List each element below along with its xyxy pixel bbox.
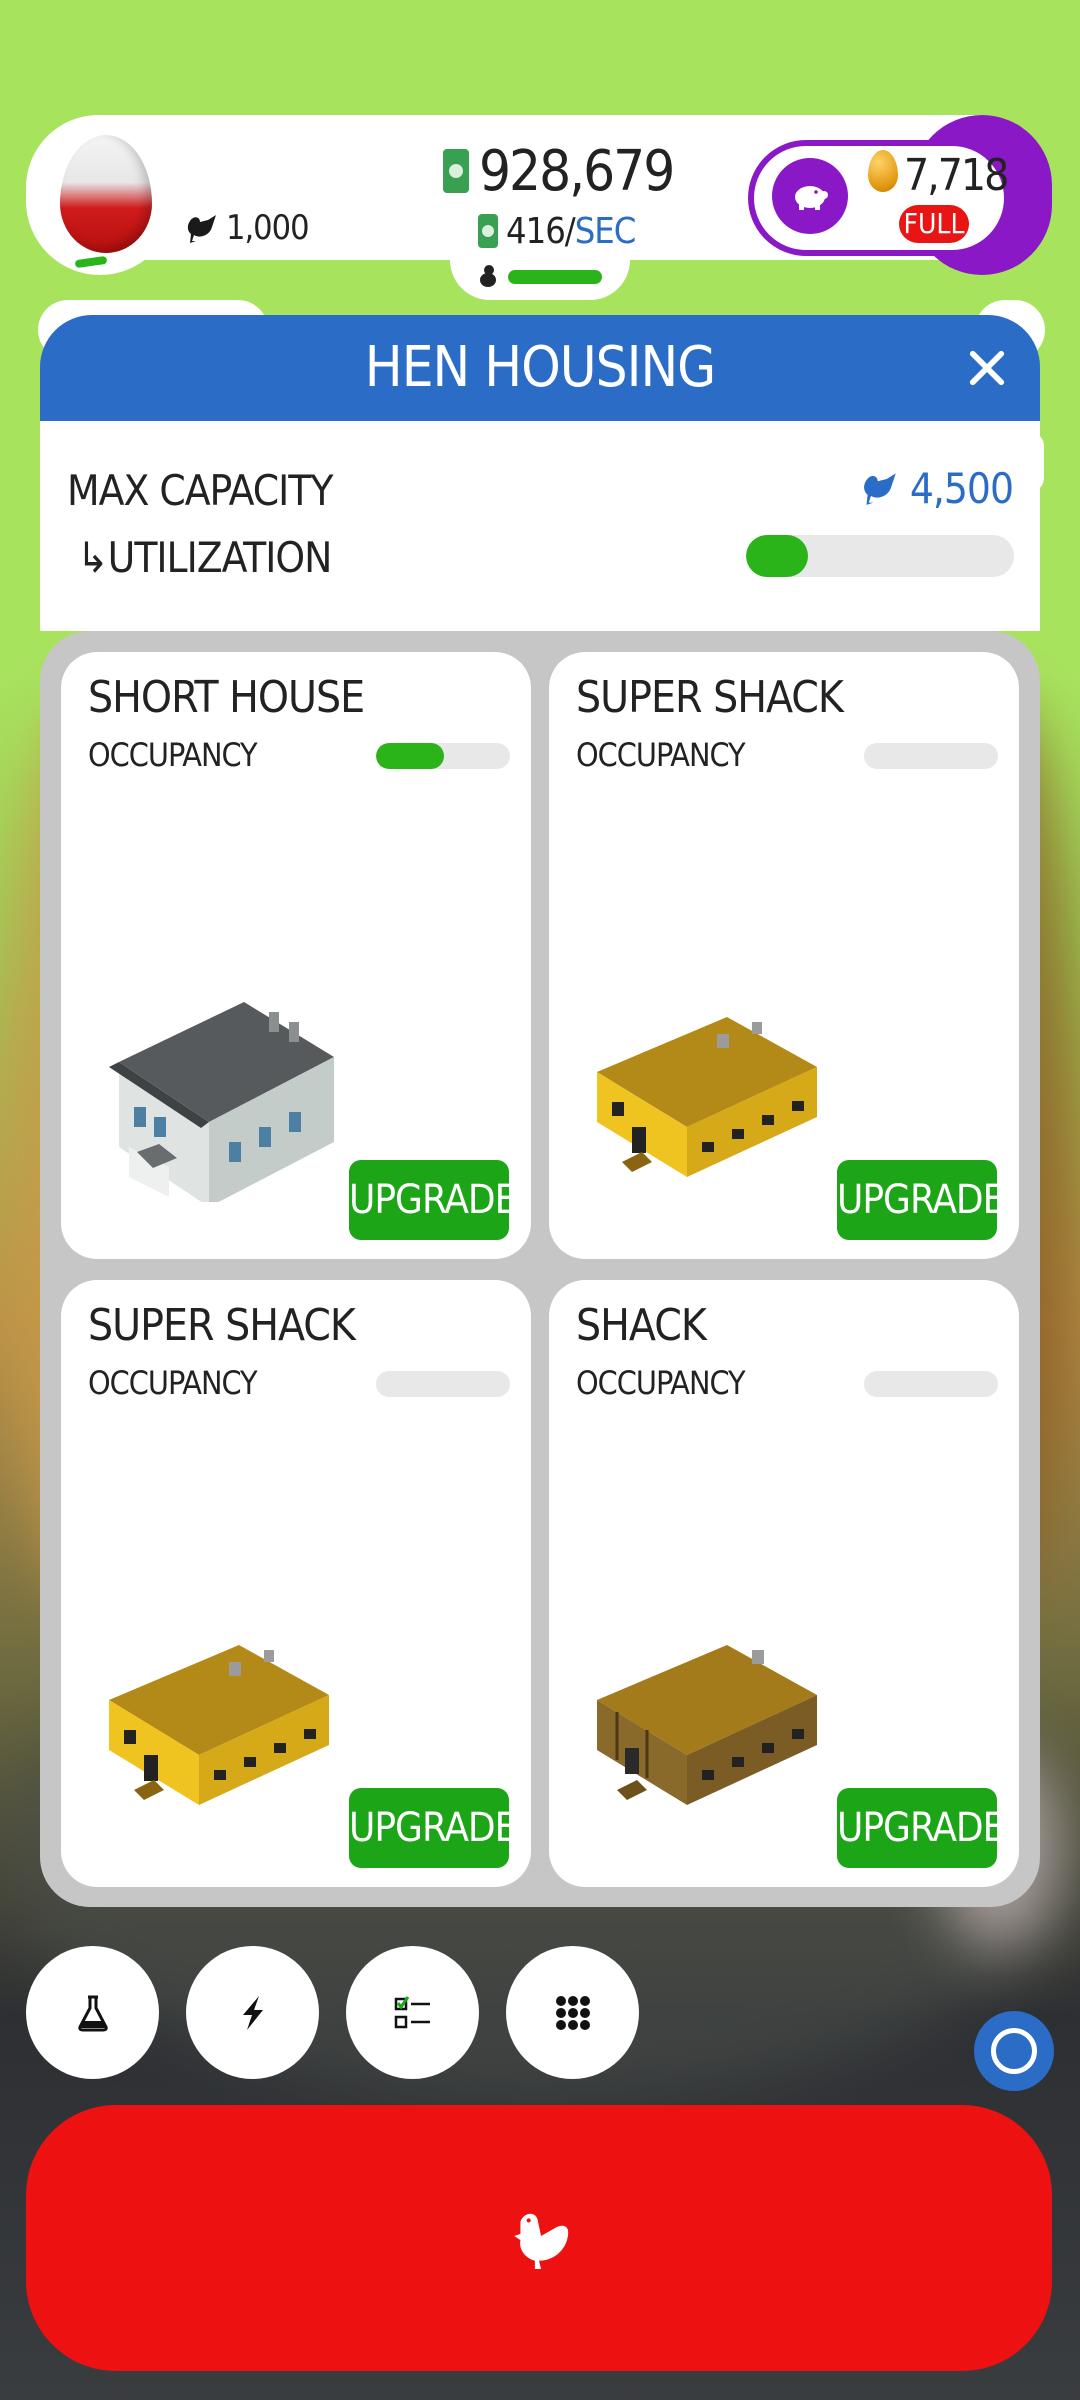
upgrade-button[interactable]: UPGRADE — [349, 1788, 517, 1868]
lightning-icon — [242, 1995, 263, 2030]
max-capacity-number: 4,500 — [909, 463, 1014, 513]
piggy-bank-icon[interactable] — [772, 158, 848, 234]
occupancy-label: OCCUPANCY — [576, 736, 746, 774]
hen-count-value: 1,000 — [226, 208, 310, 248]
chicken-icon — [514, 2213, 569, 2269]
chicken-icon — [187, 215, 216, 243]
occupancy-bar — [376, 743, 510, 769]
house-name: SHACK — [576, 1300, 707, 1351]
shack-image — [597, 1645, 817, 1805]
utilization-fill — [746, 535, 808, 577]
golden-egg-count: 7,718 — [904, 150, 1009, 201]
money-rate: 416/SEC — [478, 210, 637, 252]
house-card: SUPER SHACK OCCUPANCY UPGRADE — [61, 1280, 531, 1887]
missions-button[interactable] — [346, 1946, 479, 2079]
occupancy-bar — [864, 1371, 998, 1397]
money-value: 928,679 — [479, 138, 675, 204]
panel-header: HEN HOUSING — [40, 315, 1040, 421]
utilization-bar — [746, 535, 1014, 577]
house-card: SUPER SHACK OCCUPANCY UPGRADE — [549, 652, 1019, 1259]
upgrade-button[interactable]: UPGRADE — [837, 1788, 1005, 1868]
flask-icon — [77, 1995, 108, 2031]
checklist-icon — [394, 1995, 430, 2028]
max-capacity-label: MAX CAPACITY — [67, 466, 333, 515]
golden-egg-icon — [868, 150, 898, 192]
floating-action-button[interactable] — [974, 2011, 1054, 2091]
grid-menu-icon — [555, 1995, 590, 2030]
panel-title: HEN HOUSING — [364, 335, 716, 400]
close-button[interactable] — [962, 343, 1012, 393]
utilization-label: ↳UTILIZATION — [77, 533, 332, 582]
hatch-chicken-button[interactable] — [26, 2105, 1052, 2371]
upgrade-button[interactable]: UPGRADE — [837, 1160, 1005, 1240]
close-icon[interactable] — [968, 349, 1006, 387]
hen-housing-panel: HEN HOUSING MAX CAPACITY 4,500 ↳UTILIZAT… — [40, 315, 1040, 1915]
house-name: SUPER SHACK — [576, 672, 844, 723]
piggy-full-badge: FULL — [899, 205, 969, 243]
super-shack-image — [109, 1645, 329, 1805]
occupancy-bar — [376, 1371, 510, 1397]
house-grid: SHORT HOUSE OCCUPANCY UPGRADE SUPER SHAC… — [40, 631, 1040, 1907]
house-card: SHORT HOUSE OCCUPANCY UPGRADE — [61, 652, 531, 1259]
money-rate-value: 416/ — [506, 210, 576, 252]
occupancy-label: OCCUPANCY — [576, 1364, 746, 1402]
occupancy-bar — [864, 743, 998, 769]
occupancy-fill — [376, 743, 445, 769]
house-card: SHACK OCCUPANCY UPGRADE — [549, 1280, 1019, 1887]
occupancy-label: OCCUPANCY — [88, 736, 258, 774]
hatchery-progress — [508, 270, 602, 284]
money-total: 928,679 — [443, 138, 675, 204]
cash-icon — [478, 214, 498, 248]
capacity-section: MAX CAPACITY 4,500 ↳UTILIZATION — [40, 421, 1040, 631]
chicken-icon — [863, 473, 896, 505]
menu-button[interactable] — [506, 1946, 639, 2079]
chick-icon — [480, 265, 496, 287]
hen-count: 1,000 — [186, 208, 310, 248]
house-name: SUPER SHACK — [88, 1300, 356, 1351]
max-capacity-value: 4,500 — [862, 463, 1014, 513]
money-rate-unit: SEC — [574, 210, 637, 252]
upgrade-button[interactable]: UPGRADE — [349, 1160, 517, 1240]
boost-button[interactable] — [186, 1946, 319, 2079]
short-house-image — [109, 1002, 334, 1202]
cash-icon — [443, 149, 469, 193]
super-shack-image — [597, 1017, 817, 1177]
research-button[interactable] — [26, 1946, 159, 2079]
ring-icon — [991, 2028, 1037, 2074]
occupancy-label: OCCUPANCY — [88, 1364, 258, 1402]
house-name: SHORT HOUSE — [88, 672, 365, 723]
